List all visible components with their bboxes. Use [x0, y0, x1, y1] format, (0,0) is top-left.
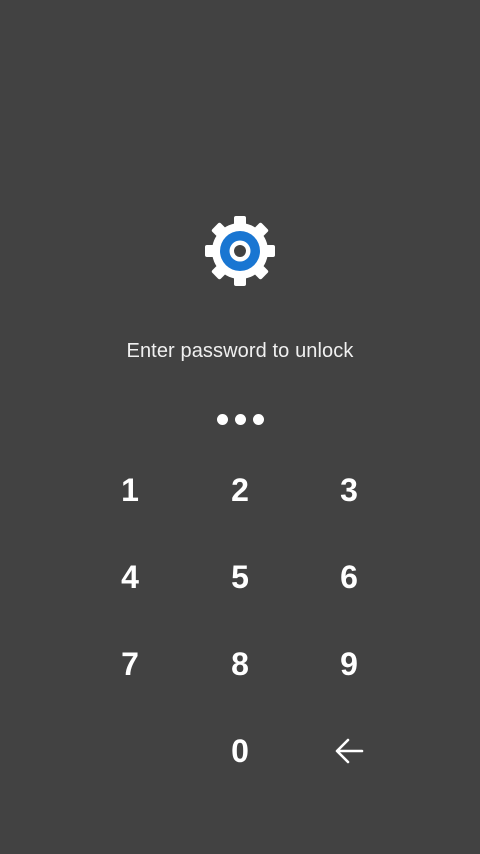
key-2[interactable]: 2 — [190, 455, 290, 525]
backspace-arrow-icon — [335, 738, 364, 764]
key-3[interactable]: 3 — [299, 455, 399, 525]
lock-screen: Enter password to unlock 1 2 3 4 5 6 7 8… — [0, 0, 480, 854]
key-7[interactable]: 7 — [80, 629, 180, 699]
key-4[interactable]: 4 — [80, 542, 180, 612]
key-8[interactable]: 8 — [190, 629, 290, 699]
key-9[interactable]: 9 — [299, 629, 399, 699]
backspace-button[interactable] — [299, 716, 399, 786]
key-1[interactable]: 1 — [80, 455, 180, 525]
key-5[interactable]: 5 — [190, 542, 290, 612]
numeric-keypad: 1 2 3 4 5 6 7 8 9 0 — [0, 0, 480, 854]
key-6[interactable]: 6 — [299, 542, 399, 612]
key-0[interactable]: 0 — [190, 716, 290, 786]
